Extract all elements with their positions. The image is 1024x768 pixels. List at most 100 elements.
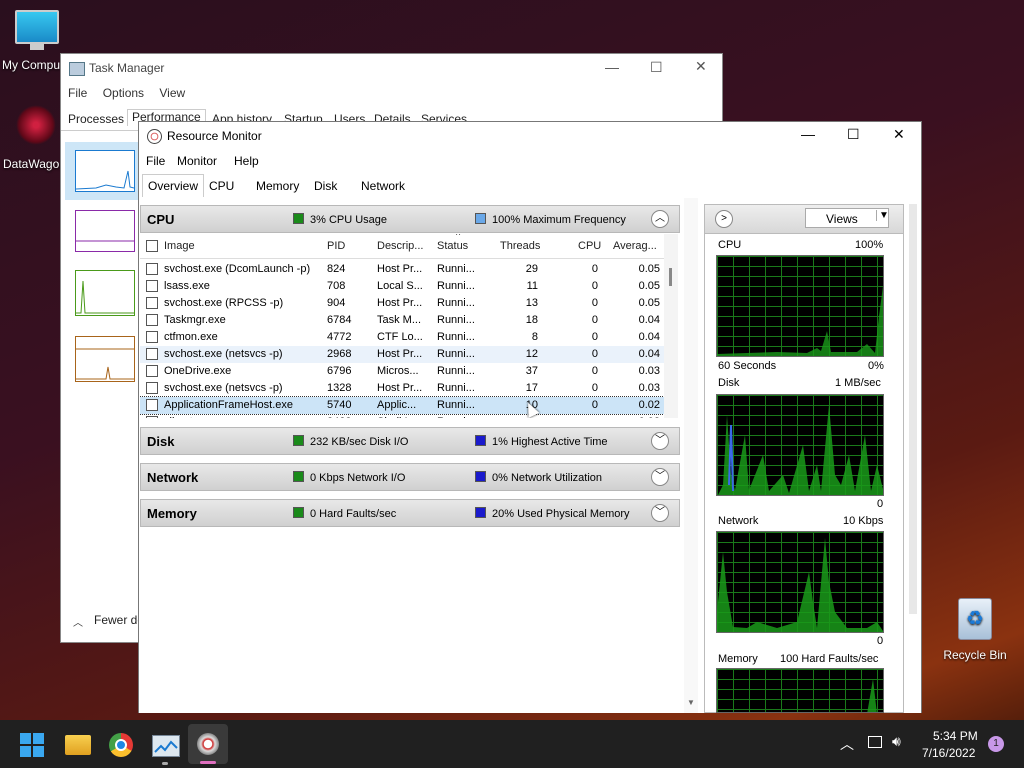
- column-header-average[interactable]: Averag...: [613, 240, 657, 252]
- graph-panel-toolbar: > Views ▼: [705, 205, 903, 234]
- desktop-icon-my-computer[interactable]: My Compu: [2, 10, 72, 72]
- panel-scrollbar[interactable]: [909, 204, 917, 614]
- table-row[interactable]: svchost.exe (RPCSS -p) 904 Host Pr... Runni…: [140, 295, 664, 312]
- close-button[interactable]: ✕: [695, 58, 707, 75]
- scroll-down-icon[interactable]: ▼: [687, 698, 695, 707]
- column-header-description[interactable]: Descrip...: [377, 240, 423, 252]
- chevron-down-icon[interactable]: ﹀: [651, 504, 669, 522]
- chevron-up-icon[interactable]: ︿: [73, 614, 83, 629]
- chevron-up-icon[interactable]: ︿: [840, 734, 854, 754]
- table-row[interactable]: svchost.exe (netsvcs -p) 1328 Host Pr... Ru…: [140, 380, 664, 397]
- chevron-down-icon[interactable]: ﹀: [651, 468, 669, 486]
- resource-monitor-titlebar[interactable]: Resource Monitor — ☐ ✕: [139, 122, 921, 150]
- resource-monitor-taskbar-button[interactable]: [188, 724, 228, 764]
- perf-thumb-ethernet[interactable]: [75, 336, 135, 382]
- column-header-pid[interactable]: PID: [327, 240, 345, 252]
- tab-memory[interactable]: Memory: [256, 179, 299, 193]
- views-dropdown[interactable]: Views ▼: [805, 208, 889, 228]
- table-row[interactable]: svchost.exe (netsvcs -p) 2968 Host Pr... Ru…: [140, 346, 664, 363]
- tab-disk[interactable]: Disk: [314, 179, 337, 193]
- row-checkbox[interactable]: [146, 399, 158, 411]
- chevron-down-icon[interactable]: ﹀: [651, 432, 669, 450]
- table-row[interactable]: ApplicationFrameHost.exe 5740 Applic... Run…: [140, 396, 664, 415]
- row-checkbox[interactable]: [146, 365, 158, 377]
- expand-panel-icon[interactable]: >: [715, 210, 733, 228]
- network-icon[interactable]: [868, 736, 882, 748]
- legend-swatch: [293, 507, 304, 518]
- cell-desc: Host Pr...: [377, 263, 423, 275]
- table-row[interactable]: Taskmgr.exe 6784 Task M... Runni... 18 0 0.04: [140, 312, 664, 329]
- fewer-details-link[interactable]: Fewer de: [94, 613, 144, 627]
- file-explorer-icon[interactable]: [65, 735, 91, 755]
- menu-help[interactable]: Help: [234, 154, 259, 168]
- resource-monitor-window[interactable]: Resource Monitor — ☐ ✕ File Monitor Help…: [138, 121, 922, 713]
- table-row[interactable]: sihost.exe 3428 Shell I... Runni... 0.02: [140, 414, 664, 418]
- tab-overview[interactable]: Overview: [142, 174, 205, 197]
- disk-section-header[interactable]: Disk 232 KB/sec Disk I/O 1% Highest Acti…: [140, 427, 680, 455]
- column-header-status[interactable]: Status: [437, 240, 468, 252]
- cpu-section-header[interactable]: CPU 3% CPU Usage 100% Maximum Frequency …: [140, 205, 680, 233]
- close-button[interactable]: ✕: [893, 126, 905, 143]
- main-scrollbar[interactable]: ▼: [684, 198, 698, 713]
- column-header-threads[interactable]: Threads: [500, 240, 540, 252]
- table-row[interactable]: ctfmon.exe 4772 CTF Lo... Runni... 8 0 0.04: [140, 329, 664, 346]
- memory-section-header[interactable]: Memory 0 Hard Faults/sec 20% Used Physic…: [140, 499, 680, 527]
- menu-file[interactable]: File: [68, 86, 87, 100]
- row-checkbox[interactable]: [146, 314, 158, 326]
- table-scrollbar[interactable]: [664, 234, 678, 418]
- max-frequency-indicator: 100% Maximum Frequency: [475, 213, 626, 226]
- cpu-thumb-graph: [75, 170, 135, 190]
- desktop-icon-recycle-bin[interactable]: ♻ Recycle Bin: [940, 598, 1010, 662]
- cell-desc: Host Pr...: [377, 297, 423, 309]
- row-checkbox[interactable]: [146, 331, 158, 343]
- maximize-button[interactable]: ☐: [847, 126, 860, 143]
- cpu-graph-plot: [717, 286, 883, 356]
- row-checkbox[interactable]: [146, 297, 158, 309]
- disk-graph-plot: [718, 405, 883, 495]
- row-checkbox[interactable]: [146, 382, 158, 394]
- memory-graph-plot: [867, 679, 877, 712]
- tab-cpu[interactable]: CPU: [209, 179, 234, 193]
- start-button[interactable]: [20, 733, 44, 757]
- tab-network[interactable]: Network: [361, 179, 405, 193]
- clock-time[interactable]: 5:34 PM: [933, 729, 978, 743]
- tab-processes[interactable]: Processes: [68, 112, 124, 126]
- cell-image: svchost.exe (netsvcs -p): [164, 348, 283, 360]
- minimize-button[interactable]: —: [605, 59, 619, 75]
- windows-logo-icon: [20, 733, 31, 744]
- menu-view[interactable]: View: [159, 86, 185, 100]
- table-row[interactable]: svchost.exe (DcomLaunch -p) 824 Host Pr...…: [140, 261, 664, 278]
- chevron-up-icon[interactable]: ︿: [651, 210, 669, 228]
- perf-thumb-cpu[interactable]: [75, 150, 135, 192]
- row-checkbox[interactable]: [146, 263, 158, 275]
- volume-icon[interactable]: 🔊︎: [892, 733, 901, 750]
- minimize-button[interactable]: —: [801, 126, 815, 142]
- row-checkbox[interactable]: [146, 416, 158, 418]
- notification-badge[interactable]: 1: [988, 736, 1004, 752]
- menu-file[interactable]: File: [146, 154, 165, 168]
- cell-threads: 37: [525, 365, 538, 377]
- perf-thumb-memory[interactable]: [75, 210, 135, 252]
- clock-date[interactable]: 7/16/2022: [922, 746, 975, 760]
- row-checkbox[interactable]: [146, 280, 158, 292]
- perf-thumb-disk[interactable]: [75, 270, 135, 316]
- network-section-header[interactable]: Network 0 Kbps Network I/O 0% Network Ut…: [140, 463, 680, 491]
- menu-options[interactable]: Options: [103, 86, 144, 100]
- column-header-cpu[interactable]: CPU: [578, 240, 601, 252]
- menu-monitor[interactable]: Monitor: [177, 154, 217, 168]
- row-checkbox[interactable]: [146, 348, 158, 360]
- table-row[interactable]: lsass.exe 708 Local S... Runni... 11 0 0.05: [140, 278, 664, 295]
- cell-status: Runni...: [437, 331, 475, 343]
- select-all-checkbox[interactable]: [146, 240, 158, 252]
- column-header-image[interactable]: Image: [164, 240, 195, 252]
- maximize-button[interactable]: ☐: [650, 59, 663, 76]
- disk-graph-max: 1 MB/sec: [835, 377, 881, 389]
- cell-image: ApplicationFrameHost.exe: [164, 399, 294, 411]
- datawagon-icon: [16, 105, 56, 145]
- scrollbar-thumb[interactable]: [669, 268, 672, 286]
- task-manager-taskbar-icon[interactable]: [152, 735, 180, 757]
- table-row[interactable]: OneDrive.exe 6796 Micros... Runni... 37 0 0.03: [140, 363, 664, 380]
- chrome-icon[interactable]: [109, 733, 133, 757]
- cell-cpu: 0: [591, 314, 598, 326]
- resource-monitor-icon: [197, 733, 219, 755]
